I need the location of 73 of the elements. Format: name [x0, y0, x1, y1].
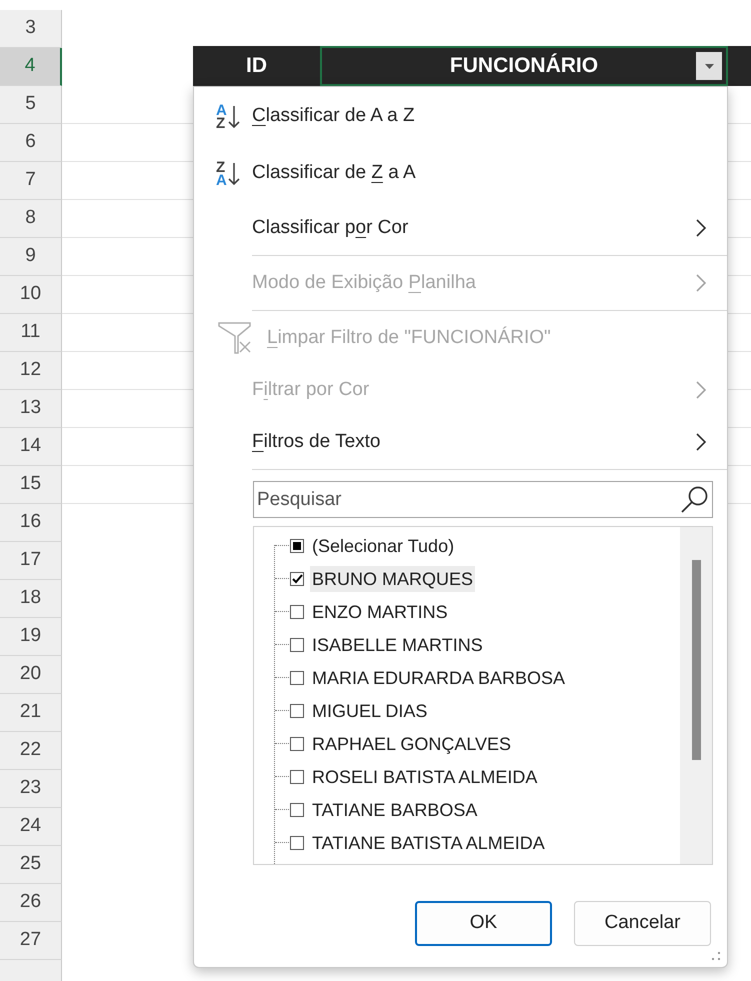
checkbox[interactable]: [290, 802, 304, 816]
checkbox[interactable]: [290, 770, 304, 784]
search-field[interactable]: Pesquisar: [253, 481, 713, 518]
row-number[interactable]: 7: [0, 162, 62, 200]
menu-item-label: Filtrar por Cor: [252, 378, 370, 402]
search-icon: [680, 485, 710, 513]
scrollbar[interactable]: [680, 527, 712, 864]
menu-item-label: Classificar por Cor: [252, 216, 408, 240]
checkbox[interactable]: [290, 836, 304, 850]
row-number[interactable]: 10: [0, 276, 62, 314]
row-number[interactable]: 17: [0, 542, 62, 580]
menu-item[interactable]: Filtros de Texto: [194, 416, 727, 468]
checkbox[interactable]: [290, 670, 304, 684]
row-number[interactable]: 9: [0, 238, 62, 276]
filter-value[interactable]: TATIANE BATISTA ALMEIDA: [310, 830, 547, 856]
menu-item[interactable]: A Z Classificar de A a Z: [194, 88, 727, 145]
row-number[interactable]: 21: [0, 694, 62, 732]
row-number[interactable]: 15: [0, 466, 62, 504]
filter-value[interactable]: MIGUEL DIAS: [310, 698, 430, 724]
row-number[interactable]: 25: [0, 846, 62, 884]
row-number[interactable]: 4: [0, 48, 62, 86]
caret-icon: [704, 64, 714, 68]
row-header-strip: [0, 960, 62, 981]
checkbox[interactable]: [290, 638, 304, 652]
menu-item-label: Filtros de Texto: [252, 430, 380, 454]
row-number[interactable]: 26: [0, 884, 62, 922]
row-number[interactable]: 11: [0, 314, 62, 352]
filter-value[interactable]: MARIA EDURARDA BARBOSA: [310, 664, 568, 690]
filter-value[interactable]: BRUNO MARQUES: [310, 566, 476, 592]
filter-value[interactable]: RAPHAEL GONÇALVES: [310, 730, 514, 756]
clear-filter-icon: [218, 322, 252, 354]
row-number[interactable]: 12: [0, 352, 62, 390]
dialog-button[interactable]: OK: [415, 901, 552, 946]
column-header[interactable]: ID: [193, 46, 320, 86]
row-number[interactable]: 8: [0, 200, 62, 238]
row-number[interactable]: 5: [0, 86, 62, 124]
filter-value[interactable]: ISABELLE MARTINS: [310, 632, 485, 658]
row-number[interactable]: 20: [0, 656, 62, 694]
menu-item-label: Modo de Exibição Planilha: [252, 270, 476, 295]
chevron-right-icon: [695, 380, 707, 400]
resize-grip-icon: [711, 951, 721, 961]
dialog-button[interactable]: Cancelar: [574, 901, 711, 946]
menu-item-label: Classificar de Z a A: [252, 161, 416, 186]
filter-value[interactable]: (Selecionar Tudo): [310, 532, 456, 558]
row-number[interactable]: 19: [0, 618, 62, 656]
chevron-right-icon: [695, 432, 707, 452]
filter-dropdown-button[interactable]: [696, 52, 722, 80]
filter-value[interactable]: ROSELI BATISTA ALMEIDA: [310, 764, 540, 790]
column-header[interactable]: FUNCIONÁRIO: [320, 46, 728, 86]
checkbox[interactable]: [290, 736, 304, 750]
checkbox[interactable]: [290, 704, 304, 718]
row-number[interactable]: 3: [0, 10, 62, 48]
checkbox[interactable]: [290, 572, 304, 586]
checkbox[interactable]: [290, 604, 304, 618]
row-number[interactable]: 24: [0, 808, 62, 846]
row-number[interactable]: 16: [0, 504, 62, 542]
filter-value[interactable]: TATIANE BARBOSA: [310, 796, 480, 822]
menu-item-label: Limpar Filtro de "FUNCIONÁRIO": [267, 326, 551, 350]
menu-item[interactable]: Z A Classificar de Z a A: [194, 145, 727, 202]
row-number[interactable]: 18: [0, 580, 62, 618]
row-number[interactable]: 22: [0, 732, 62, 770]
menu-item-label: Classificar de A a Z: [252, 104, 415, 128]
chevron-right-icon: [695, 218, 707, 238]
checkbox[interactable]: [290, 538, 304, 552]
row-number[interactable]: 13: [0, 390, 62, 428]
filter-value[interactable]: ENZO MARTINS: [310, 598, 450, 624]
row-number[interactable]: 14: [0, 428, 62, 466]
menu-item[interactable]: Classificar por Cor: [194, 202, 727, 254]
row-number[interactable]: 6: [0, 124, 62, 162]
row-number[interactable]: 23: [0, 770, 62, 808]
scrollbar-thumb[interactable]: [692, 560, 700, 760]
row-number[interactable]: 27: [0, 922, 62, 960]
chevron-right-icon: [695, 273, 707, 293]
